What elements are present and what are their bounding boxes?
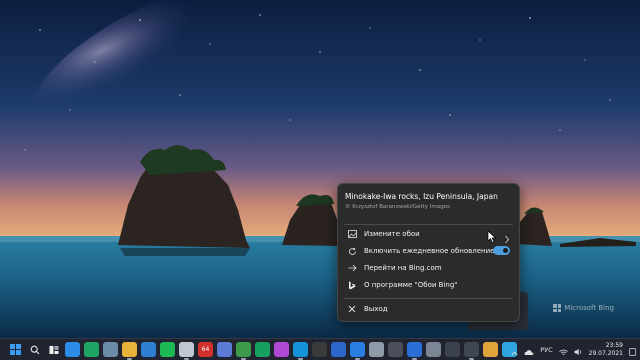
app-badge-text: 64: [201, 346, 210, 353]
watermark-text: Microsoft Bing: [564, 304, 614, 312]
clock[interactable]: 23:59 29.07.2021: [589, 342, 623, 358]
menu-divider: [344, 224, 513, 225]
terminal-icon[interactable]: [312, 342, 327, 357]
menu-item-go-bing[interactable]: Перейти на Bing.com: [341, 260, 516, 276]
menu-item-about[interactable]: О программе "Обои Bing": [341, 277, 516, 293]
bing-logo-icon: [345, 281, 359, 290]
photos-icon[interactable]: [217, 342, 232, 357]
store-icon[interactable]: [407, 342, 422, 360]
notepad-plus-icon[interactable]: [236, 342, 251, 360]
trash-icon[interactable]: [369, 342, 384, 357]
menu-item-daily-update[interactable]: Включить ежедневное обновление: [341, 243, 516, 259]
explorer-icon[interactable]: [122, 342, 137, 360]
menu-header: Minokake-Iwa rocks, Izu Peninsula, Japan…: [345, 192, 512, 210]
taskbar: 64 РУС 23:59 29.07.2021: [0, 338, 640, 360]
chevron-up-icon[interactable]: [511, 341, 518, 360]
wifi-icon[interactable]: [558, 341, 568, 360]
calendar-icon[interactable]: [445, 342, 460, 357]
close-icon: [345, 305, 359, 313]
mail-icon[interactable]: [141, 342, 156, 357]
volume-icon[interactable]: [574, 341, 583, 360]
word-icon[interactable]: [331, 342, 346, 357]
sheets-icon[interactable]: [255, 342, 270, 357]
phone-icon[interactable]: [179, 342, 194, 360]
skype-icon[interactable]: [293, 342, 308, 360]
onedrive-icon[interactable]: [524, 341, 534, 360]
language-indicator[interactable]: РУС: [540, 346, 552, 354]
microsoft-logo-icon: [553, 304, 562, 312]
refresh-icon: [345, 247, 359, 256]
widgets-icon[interactable]: [65, 342, 80, 357]
mouse-cursor-icon: [487, 230, 497, 244]
search-icon[interactable]: [27, 342, 42, 357]
settings-icon[interactable]: [426, 342, 441, 357]
start-icon[interactable]: [8, 342, 23, 357]
folder-icon[interactable]: [483, 342, 498, 357]
blue-app-icon[interactable]: [350, 342, 365, 360]
paint-icon[interactable]: [274, 342, 289, 357]
menu-divider: [344, 298, 513, 299]
arrow-right-icon: [345, 264, 359, 272]
app-64-icon[interactable]: 64: [198, 342, 213, 357]
spotify-icon[interactable]: [160, 342, 175, 357]
menu-item-exit[interactable]: Выход: [341, 301, 516, 317]
bing-wallpaper-menu: Minokake-Iwa rocks, Izu Peninsula, Japan…: [337, 183, 520, 322]
edge-icon[interactable]: [84, 342, 99, 357]
notifications-icon[interactable]: [629, 341, 636, 360]
menu-item-label: Включить ежедневное обновление: [364, 247, 495, 255]
camera-icon[interactable]: [388, 342, 403, 357]
wallpaper-image: [0, 0, 640, 338]
menu-item-label: Перейти на Bing.com: [364, 264, 442, 272]
music-icon[interactable]: [464, 342, 479, 360]
system-tray: РУС 23:59 29.07.2021: [511, 339, 636, 360]
desktop-wallpaper: Microsoft Bing: [0, 0, 640, 338]
task-view-icon[interactable]: [46, 342, 61, 357]
wallpaper-title[interactable]: Minokake-Iwa rocks, Izu Peninsula, Japan: [345, 192, 512, 201]
bing-watermark: Microsoft Bing: [553, 304, 614, 312]
taskbar-apps: 64: [8, 342, 517, 360]
picture-icon: [345, 230, 359, 238]
daily-update-toggle[interactable]: [493, 246, 510, 255]
clock-time: 23:59: [605, 342, 623, 349]
menu-item-label: О программе "Обои Bing": [364, 281, 458, 289]
menu-item-label: Выход: [364, 305, 388, 313]
recycle-bin-icon[interactable]: [103, 342, 118, 357]
menu-item-label: Измените обои: [364, 230, 420, 238]
clock-date: 29.07.2021: [588, 350, 623, 357]
wallpaper-credit: © Krzysztof Baranowski/Getty Images: [345, 204, 450, 210]
